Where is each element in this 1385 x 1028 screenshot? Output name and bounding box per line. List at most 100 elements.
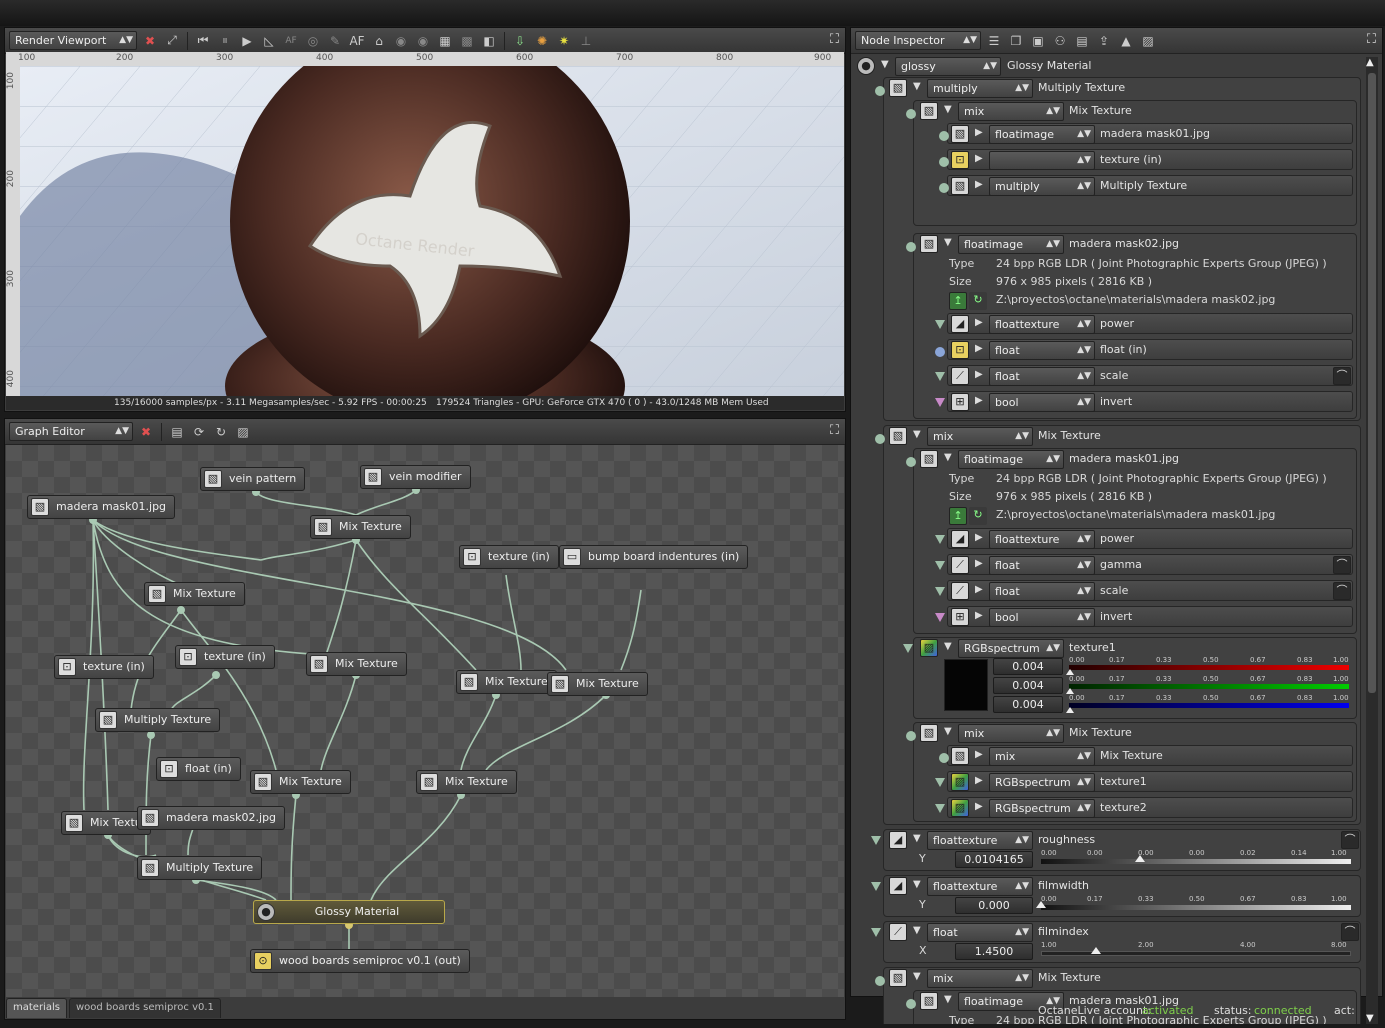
clear-icon[interactable]: ✖ (137, 423, 155, 441)
file-path[interactable]: Z:\proyectos\octane\materials\madera mas… (996, 291, 1275, 309)
blue-value[interactable]: 0.004 (993, 696, 1063, 713)
graph-node-madera-mask02[interactable]: ▧ madera mask02.jpg (137, 806, 286, 830)
film-icon[interactable]: ◉ (414, 32, 432, 50)
node-type-dropdown[interactable]: float ▲▼ (989, 582, 1095, 601)
filmindex-slider[interactable]: 1.00 2.00 4.00 8.00 (1041, 941, 1351, 961)
collapse-icon[interactable]: ▶ (975, 584, 983, 595)
image-icon[interactable]: ▲ (1117, 32, 1135, 50)
lock-icon[interactable]: ⊥ (577, 32, 595, 50)
graph-editor-dropdown[interactable]: Graph Editor ▲▼ (9, 422, 133, 441)
red-value[interactable]: 0.004 (993, 658, 1063, 675)
collapse-icon[interactable]: ▶ (975, 343, 983, 354)
node-type-dropdown[interactable]: multiply ▲▼ (927, 79, 1033, 98)
pin-icon[interactable] (906, 109, 916, 119)
graph-node-mix-texture[interactable]: ▧ Mix Texture (250, 770, 351, 794)
scroll-thumb[interactable] (1368, 73, 1376, 693)
file-path[interactable]: Z:\proyectos\octane\materials\madera mas… (996, 506, 1275, 524)
pin-icon[interactable] (935, 613, 945, 622)
grid-icon[interactable]: ▦ (436, 32, 454, 50)
collapse-icon[interactable]: ▶ (975, 532, 983, 543)
pin-icon[interactable] (935, 535, 945, 544)
node-type-dropdown[interactable]: mix ▲▼ (958, 102, 1064, 121)
graph-node-multiply-texture[interactable]: ▧ Multiply Texture (137, 856, 263, 880)
pin-icon[interactable] (871, 882, 881, 891)
gpu-icon[interactable]: ✷ (555, 32, 573, 50)
curve-reset-icon[interactable]: ⌒ (1341, 923, 1359, 941)
curve-reset-icon[interactable]: ⌒ (1333, 582, 1351, 600)
node-type-dropdown[interactable]: floattexture ▲▼ (927, 877, 1033, 896)
focus-icon[interactable]: ◎ (304, 32, 322, 50)
refresh-icon[interactable]: ↻ (212, 423, 230, 441)
save-icon[interactable]: ⇩ (511, 32, 529, 50)
node-icon[interactable]: ⚇ (1051, 32, 1069, 50)
preview-icon[interactable]: ▣ (1029, 32, 1047, 50)
pin-icon[interactable] (935, 320, 945, 329)
graph-pin[interactable] (177, 606, 185, 614)
pin-icon[interactable] (935, 398, 945, 407)
tab-materials[interactable]: materials (6, 998, 67, 1018)
pin-icon[interactable] (939, 753, 949, 763)
slider-thumb[interactable] (1066, 707, 1075, 713)
expand-icon[interactable]: ▼ (944, 452, 952, 463)
copy-icon[interactable]: ❐ (1007, 32, 1025, 50)
pin-icon[interactable] (935, 347, 945, 357)
node-type-dropdown[interactable]: float ▲▼ (927, 923, 1033, 942)
inspector-scrollbar[interactable]: ▲ ▼ (1366, 57, 1378, 1024)
expand-icon[interactable]: ▼ (913, 429, 921, 440)
maximize-icon[interactable]: ⛶ (830, 32, 839, 47)
graph-node-float-in[interactable]: ⊡ float (in) (156, 757, 241, 781)
graph-node-mix-texture[interactable]: ▧ Mix Texture (144, 582, 245, 606)
node-type-dropdown[interactable]: float ▲▼ (989, 556, 1095, 575)
refresh-icon[interactable]: ↻ (969, 292, 987, 310)
pin-icon[interactable] (906, 457, 916, 467)
tab-wood-boards[interactable]: wood boards semiproc v0.1 (68, 998, 221, 1018)
maximize-icon[interactable]: ⛶ (830, 423, 839, 438)
graph-node-vein-pattern[interactable]: ▧ vein pattern (200, 467, 306, 491)
node-type-dropdown[interactable]: RGBspectrum ▲▼ (989, 799, 1095, 818)
graph-node-mix-texture[interactable]: ▧ Mix Texture (306, 652, 407, 676)
graph-node-multiply-texture[interactable]: ▧ Multiply Texture (95, 708, 221, 732)
green-slider[interactable] (1069, 684, 1349, 689)
blue-slider[interactable] (1069, 703, 1349, 708)
roughness-value[interactable]: 0.0104165 (955, 851, 1033, 868)
graph-canvas[interactable]: ▧ vein pattern ▧ vein modifier ▧ madera mas… (6, 445, 844, 997)
graph-node-texture-in[interactable]: ⊡ texture (in) (54, 655, 154, 679)
pick-icon[interactable]: ✎ (326, 32, 344, 50)
node-type-dropdown[interactable]: float ▲▼ (989, 367, 1095, 386)
collapse-icon[interactable]: ▶ (975, 749, 983, 760)
node-type-dropdown[interactable]: RGBspectrum ▲▼ (989, 773, 1095, 792)
graph-node-vein-modifier[interactable]: ▧ vein modifier (360, 465, 471, 489)
collapse-icon[interactable]: ▶ (975, 395, 983, 406)
collapse-icon[interactable]: ▶ (975, 610, 983, 621)
node-type-dropdown[interactable]: ▲▼ (989, 151, 1095, 170)
ruler-icon[interactable]: ◺ (260, 32, 278, 50)
expand-icon[interactable]: ▼ (913, 971, 921, 982)
node-type-dropdown[interactable]: bool ▲▼ (989, 608, 1095, 627)
render-image[interactable]: Octane Render (20, 66, 844, 396)
graph-node-output[interactable]: ⊙ wood boards semiproc v0.1 (out) (250, 949, 470, 973)
node-type-dropdown[interactable]: bool ▲▼ (989, 393, 1095, 412)
node-type-dropdown[interactable]: mix ▲▼ (927, 969, 1033, 988)
collapse-icon[interactable]: ▶ (975, 369, 983, 380)
graph-node-bump-board[interactable]: ▭ bump board indentures (in) (559, 545, 749, 569)
slider-track[interactable] (1041, 905, 1351, 910)
node-type-dropdown[interactable]: RGBspectrum ▲▼ (958, 639, 1064, 658)
render-viewport-dropdown[interactable]: Render Viewport ▲▼ (9, 31, 137, 50)
node-inspector-dropdown[interactable]: Node Inspector ▲▼ (855, 31, 981, 50)
node-type-dropdown[interactable]: glossy ▲▼ (895, 57, 1001, 76)
collapse-icon[interactable]: ▶ (975, 317, 983, 328)
graph-node-glossy-material[interactable]: ● Glossy Material (253, 900, 445, 924)
node-type-dropdown[interactable]: mix ▲▼ (958, 724, 1064, 743)
table-icon[interactable]: ▤ (1073, 32, 1091, 50)
pin-icon[interactable] (875, 86, 885, 96)
expand-icon[interactable]: ▼ (881, 59, 889, 70)
expand-icon[interactable]: ▼ (913, 925, 921, 936)
export-icon[interactable]: ⇪ (1095, 32, 1113, 50)
node-type-dropdown[interactable]: mix ▲▼ (927, 427, 1033, 446)
pin-icon[interactable] (935, 778, 945, 787)
pin-icon[interactable] (875, 976, 885, 986)
graph-pin[interactable] (147, 731, 155, 739)
filmindex-value[interactable]: 1.4500 (955, 943, 1033, 960)
expand-icon[interactable]: ▼ (913, 833, 921, 844)
graph-node-mix-texture[interactable]: ▧ Mix Texture (547, 672, 648, 696)
